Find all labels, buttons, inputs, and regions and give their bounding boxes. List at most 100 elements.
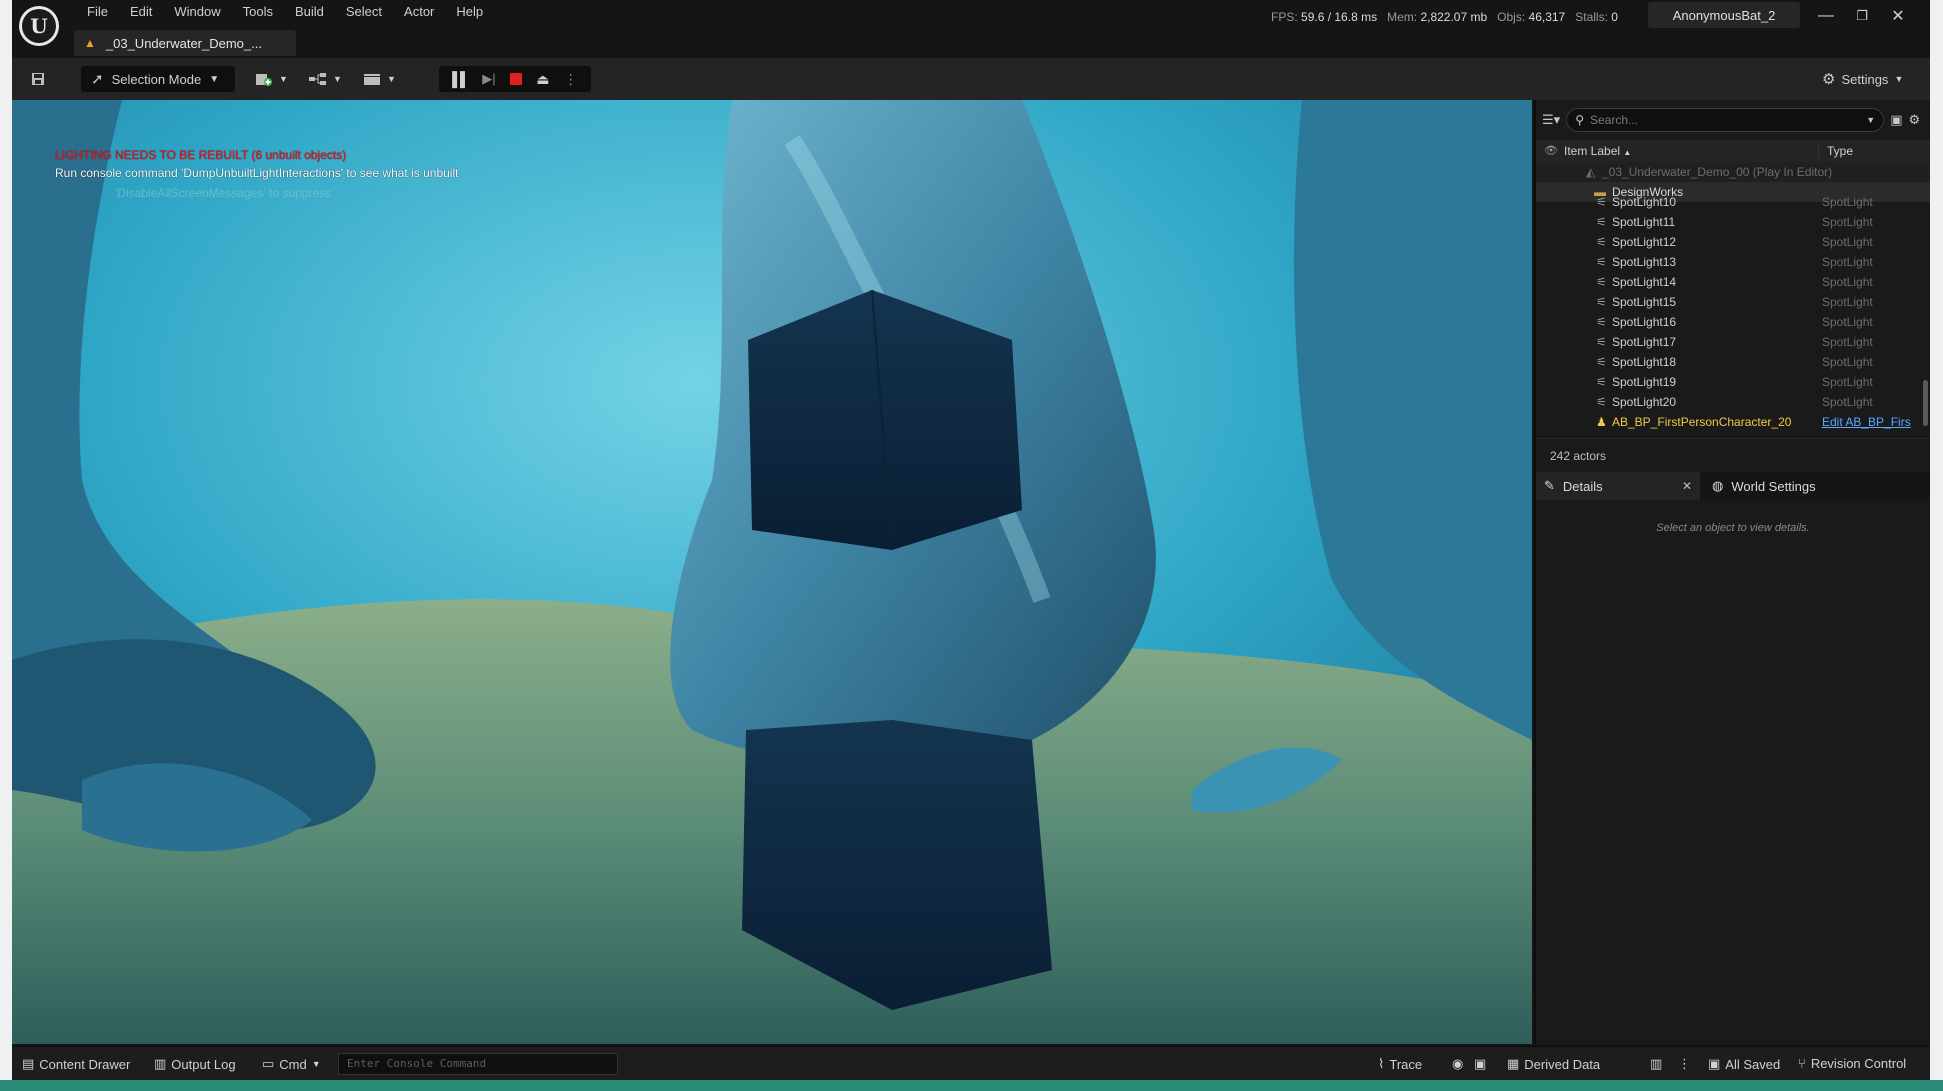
- step-frame-icon[interactable]: ▶|: [482, 71, 495, 87]
- type-column[interactable]: Type: [1818, 144, 1853, 158]
- outliner-row[interactable]: ⚟ SpotLight18 SpotLight: [1536, 352, 1930, 372]
- chevron-down-icon: ▼: [279, 74, 288, 84]
- derived-data-button[interactable]: ▦ Derived Data: [1507, 1056, 1600, 1072]
- close-tab-icon[interactable]: ✕: [1682, 479, 1692, 493]
- trace-button[interactable]: ⌇ Trace: [1378, 1056, 1422, 1072]
- tab-world-settings-label: World Settings: [1731, 478, 1816, 494]
- frame-ms-value: / 16.8 ms: [1327, 10, 1378, 24]
- character-row[interactable]: ♟ AB_BP_FirstPersonCharacter_20 Edit AB_…: [1536, 412, 1930, 432]
- outliner-row[interactable]: ⚟ SpotLight11 SpotLight: [1536, 212, 1930, 232]
- fps-value: 59.6: [1301, 10, 1325, 24]
- outliner-row[interactable]: ⚟ SpotLight20 SpotLight: [1536, 392, 1930, 412]
- item-label-column[interactable]: 👁 Item Label ▲: [1536, 144, 1818, 158]
- tab-details[interactable]: ✎ Details ✕: [1536, 472, 1700, 500]
- close-icon[interactable]: ✕: [1880, 4, 1916, 28]
- add-folder-icon[interactable]: ▣: [1890, 112, 1902, 128]
- level-document-tab[interactable]: ▲ _03_Underwater_Demo_...: [74, 30, 296, 56]
- saved-icon: ▣: [1708, 1056, 1721, 1071]
- pencil-icon: ✎: [1544, 478, 1555, 493]
- tree-root-row[interactable]: ◭ _03_Underwater_Demo_00 (Play In Editor…: [1536, 162, 1930, 182]
- stop-icon[interactable]: [509, 73, 522, 85]
- outliner-row-label: SpotLight20: [1612, 395, 1677, 409]
- outliner-row[interactable]: ⚟ SpotLight14 SpotLight: [1536, 272, 1930, 292]
- spotlight-icon: ⚟: [1596, 295, 1607, 309]
- details-empty-message: Select an object to view details.: [1656, 522, 1810, 534]
- derived-data-icon: ▦: [1507, 1056, 1520, 1071]
- level-root-icon: ◭: [1586, 165, 1596, 179]
- outliner-row-type: SpotLight: [1822, 375, 1873, 389]
- outliner-row[interactable]: ⚟ SpotLight12 SpotLight: [1536, 232, 1930, 252]
- actor-count: 242 actors: [1536, 438, 1930, 472]
- chevron-down-icon: ▼: [1866, 115, 1876, 125]
- settings-label: Settings: [1841, 71, 1889, 87]
- console-command-input[interactable]: Enter Console Command: [338, 1053, 618, 1075]
- outliner-row-type: SpotLight: [1822, 395, 1873, 409]
- blueprint-icon: [309, 73, 326, 85]
- visibility-eye-icon[interactable]: 👁: [1544, 144, 1558, 157]
- add-actor-button[interactable]: ▼: [255, 66, 295, 92]
- revision-control-button[interactable]: ⑂ Revision Control: [1798, 1056, 1906, 1071]
- outliner-row[interactable]: ⚟ SpotLight10 SpotLight: [1536, 192, 1930, 212]
- pause-icon[interactable]: ▌▌: [452, 71, 470, 87]
- outliner-tree: ◭ _03_Underwater_Demo_00 (Play In Editor…: [1536, 162, 1930, 444]
- outliner-search-input[interactable]: ⚲ Search... ▼: [1566, 108, 1885, 132]
- tab-world-settings[interactable]: ◍ World Settings: [1700, 472, 1816, 500]
- chevron-down-icon: ▼: [1894, 74, 1904, 84]
- screenshot-icon[interactable]: ▣: [1474, 1056, 1486, 1072]
- derived-data-label: Derived Data: [1524, 1056, 1601, 1072]
- blueprint-button[interactable]: ▼: [309, 66, 349, 92]
- outliner-row[interactable]: ⚟ SpotLight16 SpotLight: [1536, 312, 1930, 332]
- more-options-icon[interactable]: ⋮: [1678, 1056, 1691, 1072]
- level-warning-icon: ▲: [84, 36, 96, 50]
- menu-file[interactable]: File: [76, 4, 119, 20]
- minimize-icon[interactable]: —: [1808, 4, 1844, 28]
- record-icon[interactable]: ◉: [1452, 1056, 1463, 1072]
- gear-icon[interactable]: ⚙: [1908, 112, 1920, 128]
- outliner-row[interactable]: ⚟ SpotLight15 SpotLight: [1536, 292, 1930, 312]
- menu-select[interactable]: Select: [335, 4, 393, 20]
- more-options-icon[interactable]: ⋮: [564, 71, 578, 88]
- search-placeholder: Search...: [1589, 113, 1639, 127]
- globe-icon: ◍: [1712, 478, 1724, 493]
- cinematics-button[interactable]: ▼: [363, 66, 403, 92]
- filter-icon[interactable]: ☰▾: [1542, 112, 1560, 128]
- chevron-down-icon: ▼: [387, 74, 396, 84]
- menu-window[interactable]: Window: [163, 4, 231, 20]
- menu-build[interactable]: Build: [284, 4, 335, 20]
- unreal-editor-window: U File Edit Window Tools Build Select Ac…: [12, 0, 1930, 1091]
- outliner-row-type: SpotLight: [1822, 235, 1873, 249]
- outliner-row-type: SpotLight: [1822, 295, 1873, 309]
- edit-blueprint-link[interactable]: Edit AB_BP_Firs: [1822, 415, 1911, 429]
- stats-bars-icon[interactable]: ▥: [1650, 1056, 1662, 1072]
- settings-button[interactable]: ⚙ Settings ▼: [1822, 66, 1918, 92]
- outliner-row-label: SpotLight13: [1612, 255, 1677, 269]
- restore-icon[interactable]: ❐: [1844, 4, 1880, 28]
- user-badge[interactable]: AnonymousBat_2: [1648, 2, 1800, 28]
- level-tab-label: _03_Underwater_Demo_...: [105, 35, 262, 51]
- outliner-row[interactable]: ⚟ SpotLight13 SpotLight: [1536, 252, 1930, 272]
- unbuilt-lights-hint: Run console command 'DumpUnbuiltLightInt…: [55, 166, 459, 180]
- spotlight-icon: ⚟: [1596, 275, 1607, 289]
- menu-edit[interactable]: Edit: [119, 4, 163, 20]
- outliner-row-label: SpotLight16: [1612, 315, 1677, 329]
- level-viewport[interactable]: LIGHTING NEEDS TO BE REBUILT (6 unbuilt …: [12, 100, 1532, 1044]
- cmd-dropdown[interactable]: ▭ Cmd ▼: [262, 1056, 321, 1072]
- selection-mode-dropdown[interactable]: ➚ Selection Mode ▼: [81, 66, 235, 92]
- menu-tools[interactable]: Tools: [232, 4, 284, 20]
- save-status-button[interactable]: ▣ All Saved: [1708, 1056, 1780, 1072]
- unreal-logo-icon[interactable]: U: [19, 6, 59, 46]
- outliner-row-label: SpotLight17: [1612, 335, 1677, 349]
- all-saved-label: All Saved: [1725, 1056, 1781, 1072]
- save-icon[interactable]: [24, 66, 52, 92]
- spotlight-icon: ⚟: [1596, 235, 1607, 249]
- menu-actor[interactable]: Actor: [393, 4, 445, 20]
- eject-icon[interactable]: ⏏: [536, 71, 549, 88]
- outliner-row-type: SpotLight: [1822, 355, 1873, 369]
- outliner-row[interactable]: ⚟ SpotLight19 SpotLight: [1536, 372, 1930, 392]
- content-drawer-button[interactable]: ▤ Content Drawer: [22, 1056, 130, 1072]
- terminal-icon: ▭: [262, 1056, 275, 1071]
- outliner-row[interactable]: ⚟ SpotLight17 SpotLight: [1536, 332, 1930, 352]
- output-log-button[interactable]: ▥ Output Log: [154, 1056, 236, 1072]
- menu-help[interactable]: Help: [445, 4, 494, 20]
- outliner-scrollbar[interactable]: [1923, 380, 1928, 426]
